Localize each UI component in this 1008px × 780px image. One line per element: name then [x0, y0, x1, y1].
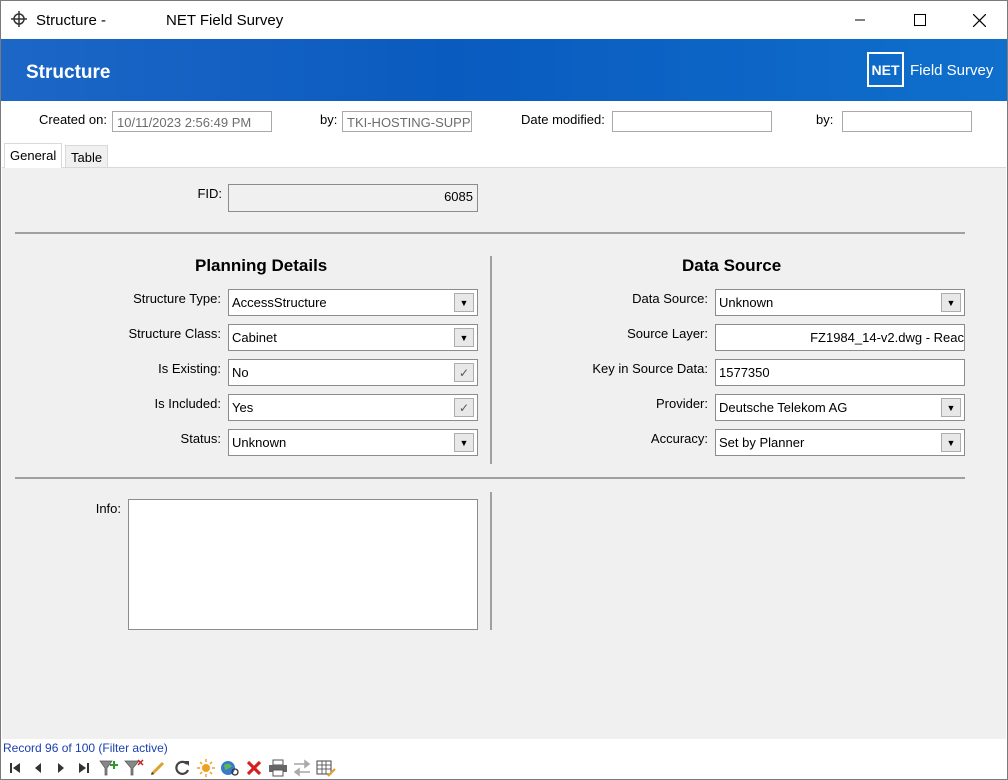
info-label: Info: [95, 501, 121, 516]
status-combo[interactable]: Unknown ▼ [228, 429, 478, 456]
close-button[interactable] [956, 1, 1002, 39]
checkmark-icon[interactable]: ✓ [454, 398, 474, 417]
info-textarea[interactable] [128, 499, 478, 630]
window: Structure - NET Field Survey Structure N… [0, 0, 1008, 780]
fid-label: FID: [197, 186, 222, 201]
provider-combo[interactable]: Deutsche Telekom AG ▼ [715, 394, 965, 421]
status-value: Unknown [232, 435, 287, 450]
window-title: Structure - [36, 12, 107, 29]
provider-value: Deutsche Telekom AG [719, 400, 848, 415]
modified-by-label: by: [816, 112, 834, 127]
logo-text: Field Survey [910, 62, 994, 79]
divider-vertical-bottom [490, 492, 492, 630]
prev-record-icon[interactable] [27, 759, 49, 777]
last-record-icon[interactable] [73, 759, 95, 777]
refresh-icon[interactable] [171, 759, 193, 777]
table-edit-icon[interactable] [315, 759, 337, 777]
data-source-label: Data Source: [632, 291, 708, 306]
source-layer-label: Source Layer: [627, 326, 708, 341]
key-in-source-value: 1577350 [719, 365, 770, 380]
structure-class-value: Cabinet [232, 330, 277, 345]
date-modified-label: Date modified: [521, 112, 605, 127]
record-counter: Record 96 of 100 (Filter active) [3, 741, 168, 755]
status-bar: Record 96 of 100 (Filter active) [2, 739, 1006, 779]
tab-general-label: General [10, 148, 57, 163]
first-record-icon[interactable] [4, 759, 26, 777]
dropdown-arrow-icon[interactable]: ▼ [454, 293, 474, 312]
zoom-to-icon[interactable] [219, 759, 241, 777]
source-layer-field[interactable]: FZ1984_14-v2.dwg - Reac [715, 324, 965, 351]
is-existing-label: Is Existing: [158, 361, 221, 376]
status-label: Status: [180, 431, 221, 446]
created-on-field[interactable]: 10/11/2023 2:56:49 PM [112, 111, 272, 132]
minimize-icon [855, 19, 865, 21]
tab-table-label: Table [71, 150, 103, 165]
logo-mark: NET [871, 61, 900, 78]
close-icon [972, 13, 986, 27]
banner-title: Structure [26, 62, 111, 83]
accuracy-value: Set by Planner [719, 435, 805, 450]
date-modified-field[interactable] [612, 111, 772, 132]
highlight-icon[interactable] [195, 759, 217, 777]
divider-vertical-top [490, 256, 492, 464]
modified-by-field[interactable] [842, 111, 972, 132]
tab-table[interactable]: Table [65, 145, 109, 167]
data-source-combo[interactable]: Unknown ▼ [715, 289, 965, 316]
fid-value: 6085 [444, 189, 473, 204]
dropdown-arrow-icon[interactable]: ▼ [454, 433, 474, 452]
created-by-label: by: [320, 112, 338, 127]
delete-icon[interactable] [243, 759, 265, 777]
is-included-field[interactable]: Yes ✓ [228, 394, 478, 421]
connect-icon[interactable] [291, 759, 313, 777]
planning-details-title: Planning Details [195, 256, 328, 275]
title-bar: Structure - NET Field Survey [1, 1, 1007, 39]
created-on-label: Created on: [39, 112, 107, 127]
accuracy-combo[interactable]: Set by Planner ▼ [715, 429, 965, 456]
divider-bottom [15, 477, 965, 479]
created-by-field[interactable]: TKI-HOSTING-SUPP [342, 111, 472, 132]
maximize-icon [914, 14, 926, 26]
is-existing-field[interactable]: No ✓ [228, 359, 478, 386]
data-source-value: Unknown [719, 295, 774, 310]
fid-field[interactable]: 6085 [228, 184, 478, 212]
maximize-button[interactable] [897, 1, 943, 39]
accuracy-label: Accuracy: [650, 431, 708, 446]
data-source-title: Data Source [682, 256, 782, 275]
divider-top [15, 232, 965, 234]
created-on-value: 10/11/2023 2:56:49 PM [117, 115, 252, 130]
provider-label: Provider: [655, 396, 708, 411]
edit-icon[interactable] [147, 759, 169, 777]
dropdown-arrow-icon[interactable]: ▼ [941, 433, 961, 452]
logo: NET [867, 52, 904, 87]
window-subtitle: NET Field Survey [166, 12, 284, 29]
structure-class-combo[interactable]: Cabinet ▼ [228, 324, 478, 351]
tab-general[interactable]: General [4, 143, 63, 168]
general-panel: FID: 6085 Planning Details Structure Typ… [2, 167, 1006, 739]
minimize-button[interactable] [837, 1, 883, 39]
print-icon[interactable] [267, 759, 289, 777]
next-record-icon[interactable] [50, 759, 72, 777]
is-existing-value: No [232, 365, 249, 380]
is-included-label: Is Included: [154, 396, 222, 411]
source-layer-value: FZ1984_14-v2.dwg - Reac [810, 330, 964, 345]
structure-type-value: AccessStructure [232, 295, 327, 310]
dropdown-arrow-icon[interactable]: ▼ [941, 293, 961, 312]
filter-icon[interactable] [123, 759, 145, 777]
structure-type-combo[interactable]: AccessStructure ▼ [228, 289, 478, 316]
crosshair-icon [11, 11, 27, 27]
is-included-value: Yes [232, 400, 254, 415]
structure-class-label: Structure Class: [128, 326, 221, 341]
checkmark-icon[interactable]: ✓ [454, 363, 474, 382]
key-in-source-label: Key in Source Data: [592, 361, 708, 376]
header-banner: Structure NET Field Survey [1, 39, 1007, 101]
dropdown-arrow-icon[interactable]: ▼ [454, 328, 474, 347]
dropdown-arrow-icon[interactable]: ▼ [941, 398, 961, 417]
structure-type-label: Structure Type: [133, 291, 221, 306]
created-by-value: TKI-HOSTING-SUPP [347, 115, 471, 130]
key-in-source-field[interactable]: 1577350 [715, 359, 965, 386]
add-filter-icon[interactable] [98, 759, 120, 777]
